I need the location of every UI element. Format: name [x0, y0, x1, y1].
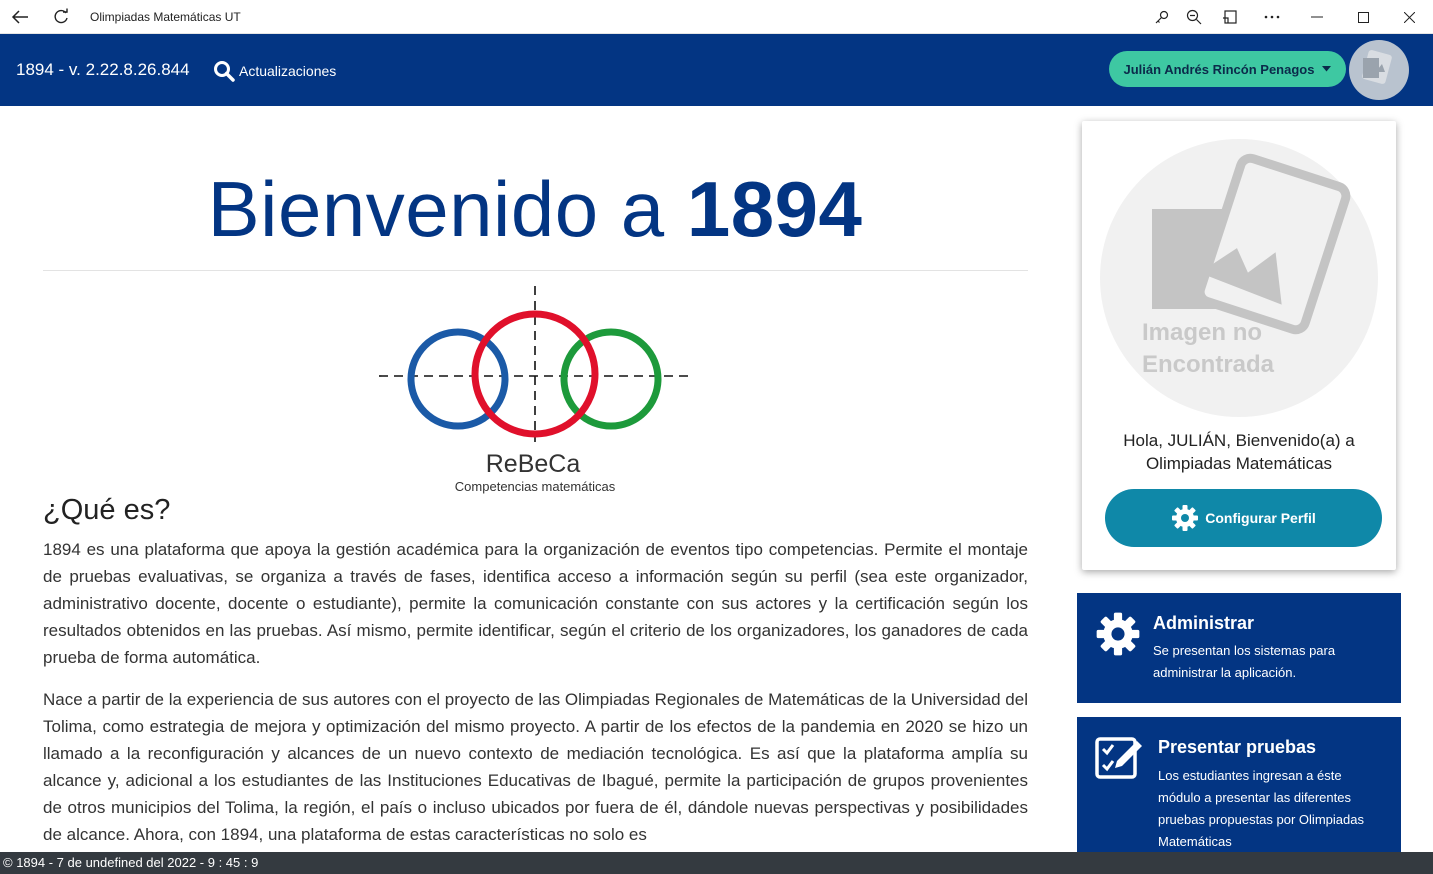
no-image-text: Imagen no Encontrada [1142, 319, 1275, 378]
paragraph-history: Nace a partir de la experiencia de sus a… [43, 690, 1028, 844]
minimize-icon[interactable] [1307, 7, 1327, 27]
avatar[interactable] [1349, 40, 1409, 100]
logo-subtitle: Competencias matemáticas [455, 479, 616, 494]
tile-tests-title: Presentar pruebas [1158, 737, 1317, 757]
window-titlebar: Olimpiadas Matemáticas UT [0, 0, 1433, 34]
image-placeholder-icon [1362, 50, 1392, 84]
back-icon[interactable] [10, 7, 30, 27]
updates-link[interactable]: Actualizaciones [213, 60, 336, 82]
tile-presentar-pruebas[interactable]: Presentar pruebas Los estudiantes ingres… [1077, 717, 1401, 857]
profile-card: Imagen no Encontrada Hola, JULIÁN, Bienv… [1082, 121, 1396, 570]
logo-name: ReBeCa [486, 450, 581, 478]
key-icon[interactable] [1152, 7, 1172, 27]
status-bar: © 1894 - 7 de undefined del 2022 - 9 : 4… [0, 852, 1433, 874]
user-menu-button[interactable]: Julián Andrés Rincón Penagos [1109, 51, 1346, 87]
divider [43, 270, 1028, 271]
app-version: 1894 - v. 2.22.8.26.844 [16, 60, 190, 79]
edit-checklist-icon [1095, 737, 1142, 779]
maximize-icon[interactable] [1353, 7, 1373, 27]
welcome-heading: Bienvenido a 1894 [0, 164, 1070, 255]
zoom-icon[interactable] [1184, 7, 1204, 27]
section-title: ¿Qué es? [43, 494, 171, 526]
welcome-brand: 1894 [686, 165, 863, 253]
tile-administrar[interactable]: Administrar Se presentan los sistemas pa… [1077, 593, 1401, 703]
user-name: Julián Andrés Rincón Penagos [1123, 61, 1315, 77]
updates-label: Actualizaciones [239, 63, 337, 79]
window-title: Olimpiadas Matemáticas UT [90, 10, 241, 24]
app-header: 1894 - v. 2.22.8.26.844 Actualizaciones … [0, 34, 1433, 106]
tile-admin-description: Se presentan los sistemas para administr… [1153, 643, 1336, 680]
more-icon[interactable] [1262, 7, 1282, 27]
configure-profile-button[interactable]: Configurar Perfil [1105, 489, 1382, 547]
welcome-prefix: Bienvenido a [207, 165, 665, 253]
gear-icon [1172, 505, 1199, 531]
caret-down-icon [1322, 66, 1332, 72]
main-content: Bienvenido a 1894 ReBeCa Competencias ma… [0, 106, 1070, 852]
configure-profile-label: Configurar Perfil [1205, 510, 1316, 526]
cast-icon[interactable] [1220, 7, 1240, 27]
tile-tests-description: Los estudiantes ingresan a éste módulo a… [1158, 768, 1364, 849]
close-icon[interactable] [1399, 7, 1419, 27]
paragraph-intro: 1894 es una plataforma que apoya la gest… [43, 540, 1028, 667]
rebeca-logo: ReBeCa Competencias matemáticas [379, 286, 693, 494]
tile-admin-title: Administrar [1153, 613, 1255, 633]
greeting-text: Hola, JULIÁN, Bienvenido(a) a Olimpiadas… [1123, 431, 1355, 473]
search-icon [214, 61, 235, 82]
refresh-icon[interactable] [51, 7, 71, 27]
gear-icon [1096, 612, 1140, 656]
